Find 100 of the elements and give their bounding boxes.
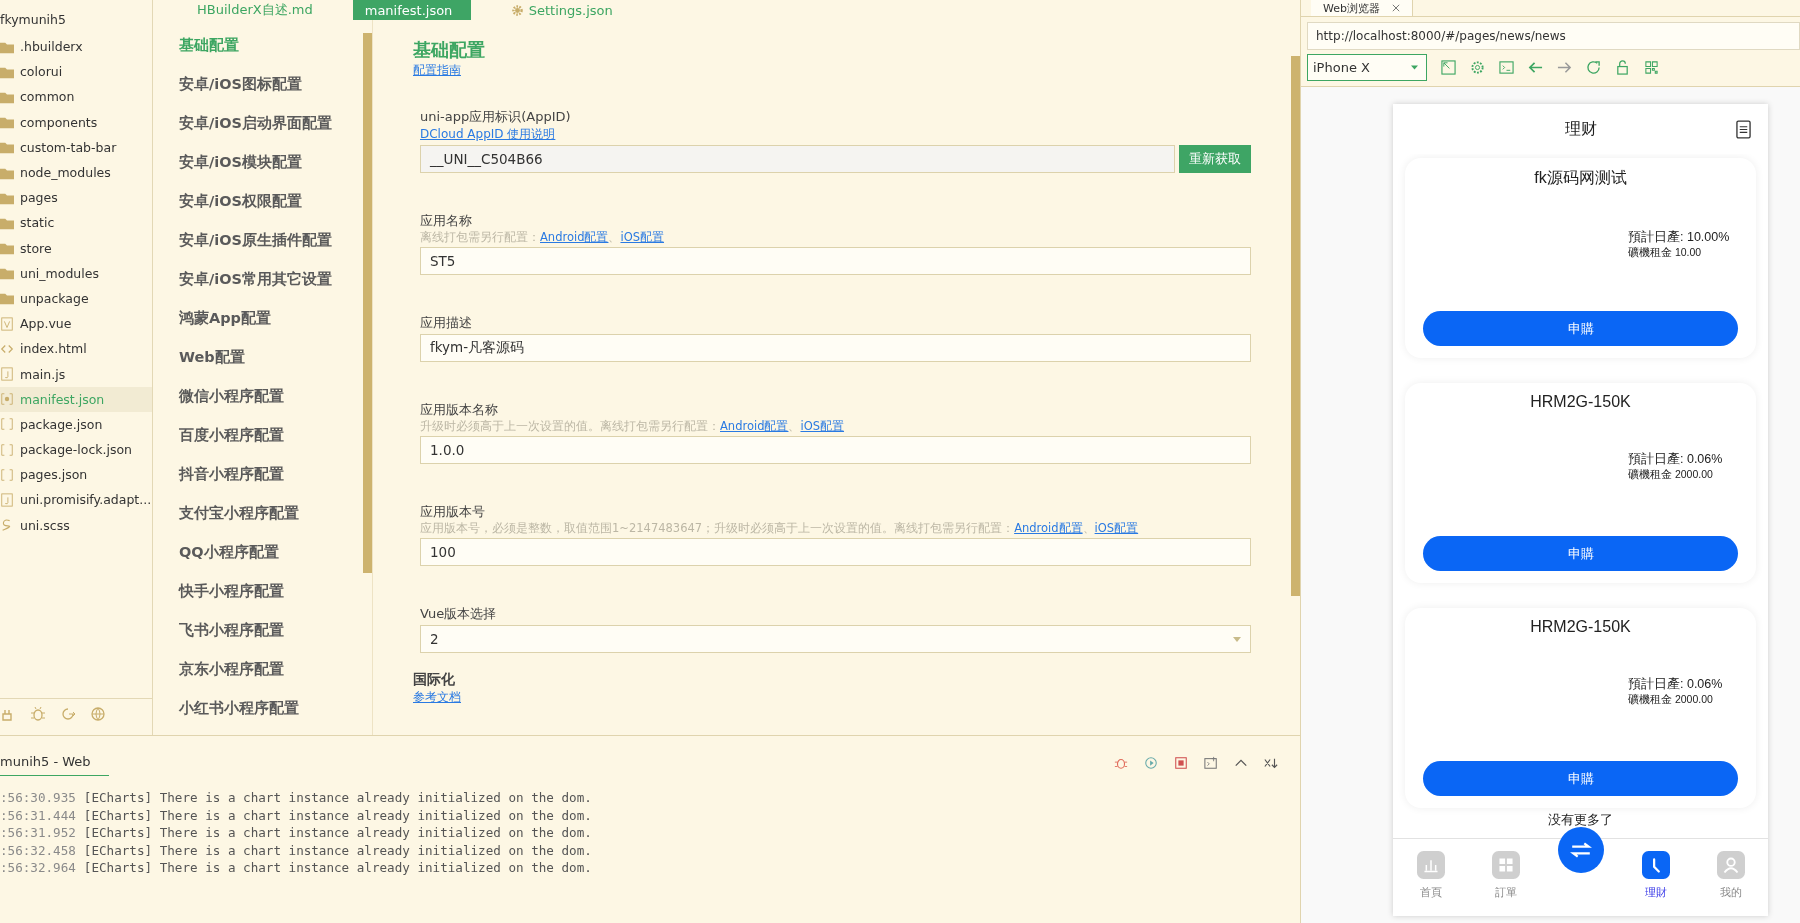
input-field[interactable]: ST5 [420,247,1251,275]
guide-link[interactable]: 配置指南 [413,62,461,79]
file-tree-item[interactable]: .hbuilderx [0,34,152,60]
expand-icon[interactable] [1441,59,1456,75]
subscribe-button[interactable]: 申購 [1423,761,1738,796]
config-link[interactable]: Android配置 [540,230,609,245]
exchange-button[interactable] [1557,827,1604,873]
file-tree-item[interactable]: package-lock.json [0,437,152,463]
file-tree-item[interactable]: unpackage [0,285,152,312]
terminal-icon[interactable] [1499,59,1514,75]
settings-nav-item[interactable]: Web配置 [153,344,363,383]
refresh-icon[interactable] [1586,59,1601,75]
file-tree-item[interactable]: components [0,109,152,135]
folder-icon [0,140,14,155]
settings-nav-item[interactable]: QQ小程序配置 [153,539,363,578]
settings-nav-item[interactable]: 微信小程序配置 [153,383,363,422]
settings-nav-item[interactable]: 鸿蒙App配置 [153,305,363,344]
field-label: 应用版本名称 [420,401,498,419]
browser-tab[interactable]: Web浏览器 [1311,0,1413,16]
section-title: 基础配置 [413,38,486,62]
file-tree-item[interactable]: static [0,210,152,236]
script-file-icon [0,367,14,382]
close-icon[interactable] [1392,4,1400,12]
file-tree-item[interactable]: colorui [0,59,152,85]
lock-icon[interactable] [1615,59,1630,75]
log-time: :56:31.444 [0,807,76,825]
settings-nav-item[interactable]: 安卓/iOS原生插件配置 [153,227,363,266]
settings-nav-item[interactable]: 抖音小程序配置 [153,461,363,500]
clear-icon[interactable] [1264,756,1278,770]
field-label: 应用描述 [420,314,472,332]
clock-tab-icon[interactable] [1641,851,1670,879]
log-message: [ECharts] There is a chart instance already initialized on the dom. [83,790,592,807]
input-field[interactable]: 1.0.0 [420,436,1251,464]
file-tree-item[interactable]: common [0,84,152,110]
file-tree-item[interactable]: uni_modules [0,260,152,286]
config-link[interactable]: iOS配置 [800,419,844,434]
file-tree-item[interactable]: custom-tab-bar [0,134,152,160]
file-tree-item[interactable]: package.json [0,411,152,437]
config-link[interactable]: Android配置 [1014,521,1083,536]
end-of-list-text: 没有更多了 [1547,811,1614,829]
log-time: :56:32.458 [0,842,76,860]
file-tree-item[interactable]: main.js [0,361,152,387]
grid-tab-icon[interactable] [1491,851,1520,879]
bug-icon[interactable] [1114,756,1128,770]
settings-nav-item[interactable]: 安卓/iOS权限配置 [153,188,363,227]
help-link[interactable]: DCloud AppID 使用说明 [420,126,556,143]
docs-link[interactable]: 参考文档 [413,689,461,706]
subscribe-button[interactable]: 申購 [1423,536,1738,571]
bug-icon[interactable] [30,706,46,722]
file-tree-item[interactable]: node_modules [0,159,152,186]
settings-nav-item[interactable]: 小红书小程序配置 [153,695,363,734]
settings-nav-item[interactable]: 安卓/iOS图标配置 [153,71,363,110]
file-tree-item[interactable]: uni.scss [0,512,152,538]
file-tree-item[interactable]: pages.json [0,462,152,488]
file-tree-item[interactable]: index.html [0,336,152,362]
tab-label[interactable]: 首頁 [1419,885,1442,900]
input-field[interactable]: 100 [420,538,1251,566]
settings-nav-item[interactable]: 飞书小程序配置 [153,617,363,656]
separator: 、 [1082,521,1095,535]
stop-icon[interactable] [1174,756,1188,770]
settings-nav-item[interactable]: 支付宝小程序配置 [153,500,363,539]
user-tab-icon[interactable] [1716,851,1745,879]
tab-label[interactable]: 理財 [1644,885,1667,900]
page-title: 理财 [1564,118,1597,140]
export-icon[interactable] [1204,756,1218,770]
subscribe-button[interactable]: 申購 [1423,311,1738,346]
settings-nav-item[interactable]: 安卓/iOS常用其它设置 [153,266,363,305]
settings-nav-item[interactable]: 安卓/iOS模块配置 [153,149,363,188]
address-bar[interactable]: http://localhost:8000/#/pages/news/news [1307,22,1800,50]
document-icon[interactable] [1736,120,1751,139]
file-tree-item[interactable]: store [0,235,152,261]
project-name[interactable]: fkymunih5 [0,0,152,34]
file-tree-item[interactable]: App.vue [0,311,152,337]
settings-nav-item[interactable]: 安卓/iOS启动界面配置 [153,110,363,149]
tab-label[interactable]: 我的 [1719,885,1742,900]
settings-nav-item[interactable]: 快手小程序配置 [153,578,363,617]
daily-yield: 預計日產: 0.06% [1628,451,1724,468]
tab-label[interactable]: 訂單 [1494,885,1517,900]
product-name: HRM2G-150K [1530,618,1631,636]
file-tree-item[interactable]: uni.promisify.adapt... [0,487,152,513]
console-tab[interactable]: munih5 - Web [0,754,109,776]
settings-icon[interactable] [1470,59,1485,75]
scrollbar-thumb[interactable] [363,33,372,573]
settings-nav-item[interactable]: 百度小程序配置 [153,422,363,461]
appid-field[interactable]: __UNI__C504B66 [420,145,1175,173]
config-link[interactable]: iOS配置 [1094,521,1139,536]
file-tree-item[interactable]: pages [0,185,152,211]
select-field[interactable]: 2 [420,625,1251,653]
device-select[interactable]: iPhone X [1307,53,1427,81]
sync-icon[interactable] [60,706,76,722]
config-link[interactable]: iOS配置 [620,230,664,245]
input-field[interactable]: fkym-凡客源码 [420,334,1251,362]
qr-code-icon[interactable] [1644,59,1659,75]
globe-icon[interactable] [90,706,106,722]
replay-icon[interactable] [1144,756,1158,770]
chart-tab-icon[interactable] [1416,851,1445,879]
scrollbar-thumb[interactable] [1291,56,1300,596]
config-link[interactable]: Android配置 [720,419,789,434]
settings-nav-item[interactable]: 京东小程序配置 [153,656,363,695]
product-name: HRM2G-150K [1530,393,1631,411]
